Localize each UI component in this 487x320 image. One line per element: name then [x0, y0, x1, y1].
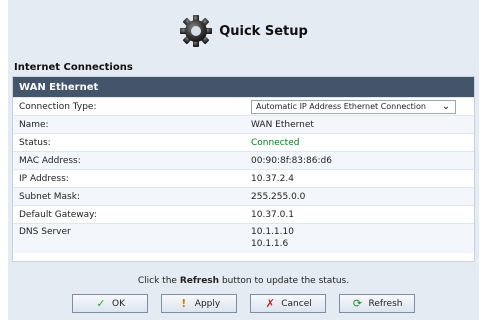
row-key: DNS Server: [19, 227, 71, 237]
row-status: Status: Connected: [13, 133, 474, 151]
row-value: Automatic IP Address Ethernet Connection…: [251, 99, 474, 114]
quick-setup-panel: Quick Setup Internet Connections WAN Eth…: [8, 0, 479, 320]
row-dns-server: DNS Server 10.1.1.10 10.1.1.6: [13, 223, 474, 253]
row-key: Default Gateway:: [19, 209, 97, 220]
cancel-button[interactable]: ✗ Cancel: [250, 294, 326, 313]
row-key: Subnet Mask:: [19, 191, 80, 202]
chevron-down-icon: ⌄: [441, 101, 451, 112]
row-key: IP Address:: [19, 173, 69, 184]
row-connection-type: Connection Type: Automatic IP Address Et…: [13, 97, 474, 115]
check-icon: ✓: [96, 296, 106, 310]
row-subnet-mask: Subnet Mask: 255.255.0.0: [13, 187, 474, 205]
page-title: Quick Setup: [219, 23, 308, 39]
dns-server-secondary: 10.1.1.6: [251, 239, 289, 249]
connection-type-selected: Automatic IP Address Ethernet Connection: [256, 102, 426, 111]
apply-label: Apply: [194, 298, 221, 309]
exclamation-icon: !: [181, 296, 187, 310]
dns-server-primary: 10.1.1.10: [251, 227, 294, 237]
row-default-gateway: Default Gateway: 10.37.0.1: [13, 205, 474, 223]
row-value: WAN Ethernet: [251, 119, 314, 130]
connection-type-select[interactable]: Automatic IP Address Ethernet Connection…: [251, 99, 456, 114]
note-post: button to update the status.: [219, 276, 350, 286]
row-key: MAC Address:: [19, 155, 81, 166]
status-value: Connected: [251, 137, 300, 148]
refresh-icon: ⟳: [352, 296, 363, 310]
row-value: 00:90:8f:83:86:d6: [251, 155, 332, 166]
apply-button[interactable]: ! Apply: [161, 294, 237, 313]
row-key: Name:: [19, 119, 49, 130]
refresh-label: Refresh: [368, 298, 403, 309]
page-header: Quick Setup: [8, 14, 479, 48]
row-key: Status:: [19, 137, 51, 148]
action-buttons: ✓ OK ! Apply ✗ Cancel ⟳ Refresh: [8, 294, 479, 318]
row-value: 10.37.2.4: [251, 173, 294, 184]
ok-button[interactable]: ✓ OK: [72, 294, 148, 313]
note-pre: Click the: [137, 276, 180, 286]
row-name: Name: WAN Ethernet: [13, 115, 474, 133]
cancel-label: Cancel: [281, 298, 312, 309]
wan-ethernet-table: WAN Ethernet Connection Type: Automatic …: [12, 76, 475, 262]
dns-values: 10.1.1.10 10.1.1.6: [251, 227, 474, 249]
refresh-button[interactable]: ⟳ Refresh: [339, 294, 415, 313]
row-ip-address: IP Address: 10.37.2.4: [13, 169, 474, 187]
x-icon: ✗: [265, 296, 275, 310]
refresh-note: Click the Refresh button to update the s…: [8, 276, 479, 286]
row-key: Connection Type:: [19, 101, 97, 112]
row-mac-address: MAC Address: 00:90:8f:83:86:d6: [13, 151, 474, 169]
section-title: Internet Connections: [14, 62, 133, 73]
ok-label: OK: [112, 298, 125, 309]
gear-icon: [180, 15, 213, 47]
row-value: 10.37.0.1: [251, 209, 294, 220]
row-value: 255.255.0.0: [251, 191, 306, 202]
table-band-title: WAN Ethernet: [13, 77, 474, 97]
note-bold: Refresh: [179, 276, 220, 286]
